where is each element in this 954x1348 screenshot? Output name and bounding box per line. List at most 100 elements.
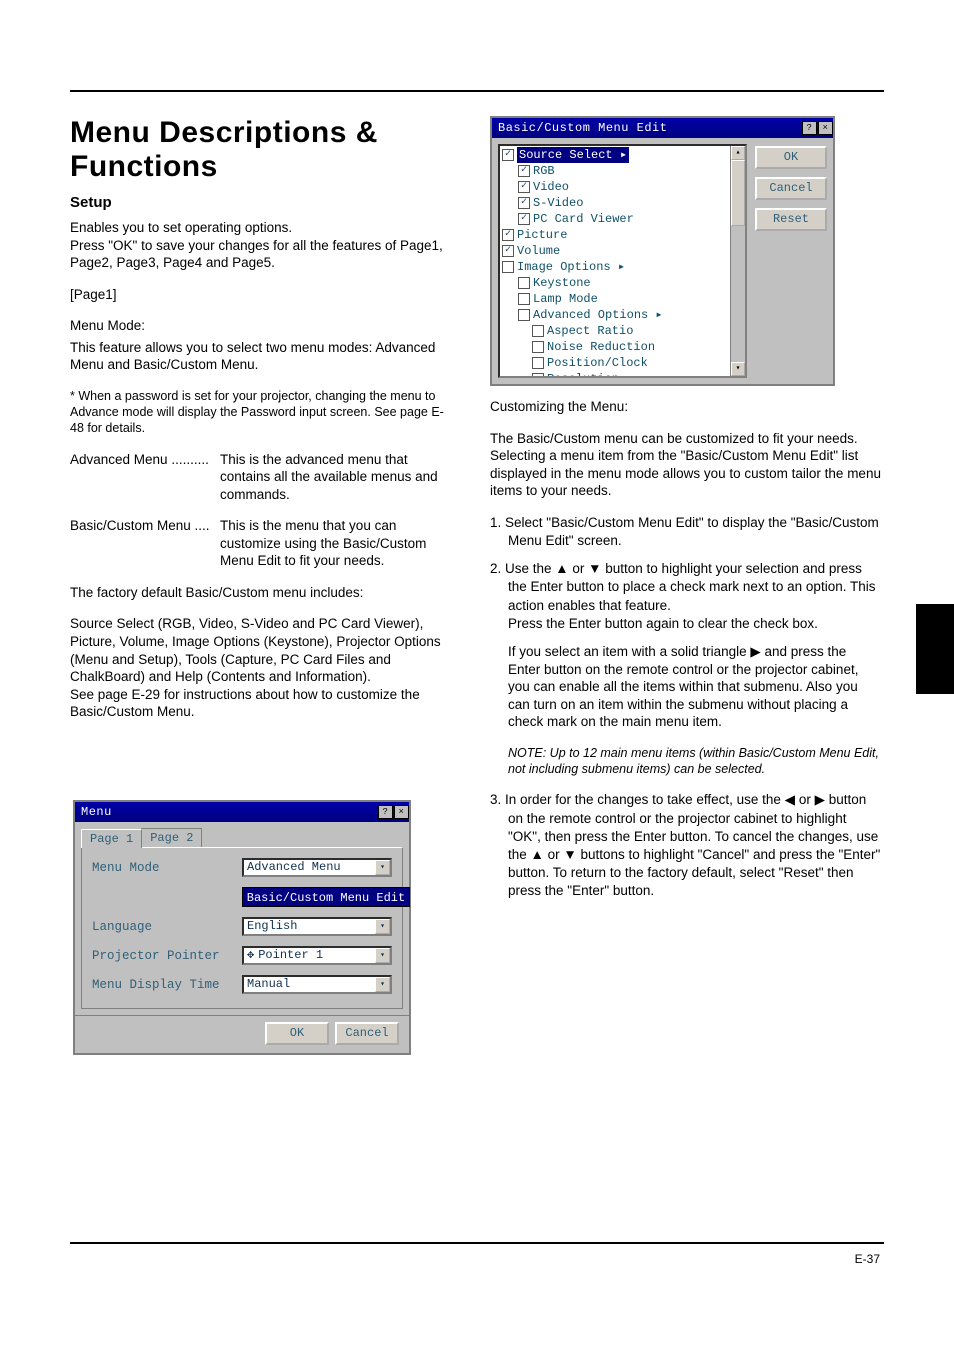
checkbox[interactable]: ✓ <box>502 229 514 241</box>
checkbox[interactable] <box>532 341 544 353</box>
list-item-label: Volume <box>517 243 560 259</box>
ok-button[interactable]: OK <box>265 1022 329 1045</box>
projector-pointer-label: Projector Pointer <box>92 949 242 963</box>
menu-mode-desc: This feature allows you to select two me… <box>70 339 450 374</box>
menu-display-time-dropdown[interactable]: Manual ▾ <box>242 975 392 994</box>
checkbox[interactable]: ✓ <box>502 149 514 161</box>
dialog-title: Menu <box>81 805 112 819</box>
step-2: 2. Use the ▲ or ▼ button to highlight yo… <box>490 560 882 633</box>
list-item[interactable]: Image Options ▸ <box>500 259 745 275</box>
language-label: Language <box>92 920 242 934</box>
list-item-label: Source Select ▸ <box>517 147 629 163</box>
reset-button[interactable]: Reset <box>755 208 827 231</box>
list-item[interactable]: Lamp Mode <box>500 291 745 307</box>
setup-intro: Enables you to set operating options. Pr… <box>70 219 450 272</box>
menu-dialog: Menu ? × Page 1 Page 2 Menu Mode Advance… <box>73 800 411 1055</box>
list-item[interactable]: Keystone <box>500 275 745 291</box>
customizing-subheading: Customizing the Menu: <box>490 398 882 416</box>
menu-mode-label: Menu Mode <box>92 861 242 875</box>
list-item-label: Advanced Options ▸ <box>533 307 663 323</box>
chevron-down-icon[interactable]: ▾ <box>375 860 390 875</box>
menu-edit-list[interactable]: ▴ ▾ ✓Source Select ▸✓RGB✓Video✓S-Video✓P… <box>498 144 747 378</box>
list-item-label: PC Card Viewer <box>533 211 634 227</box>
chevron-down-icon[interactable]: ▾ <box>375 948 390 963</box>
scrollbar[interactable]: ▴ ▾ <box>730 146 745 376</box>
list-item-label: Video <box>533 179 569 195</box>
basic-menu-desc: This is the menu that you can customize … <box>220 517 450 570</box>
checkbox[interactable]: ✓ <box>518 181 530 193</box>
factory-default-intro: The factory default Basic/Custom menu in… <box>70 584 450 602</box>
basic-custom-menu-edit-dialog: Basic/Custom Menu Edit ? × ▴ ▾ ✓Source S… <box>490 116 835 386</box>
list-item-label: Aspect Ratio <box>547 323 633 339</box>
basic-custom-menu-edit-button[interactable]: Basic/Custom Menu Edit <box>242 887 410 907</box>
checkbox[interactable] <box>532 373 544 378</box>
list-item[interactable]: Aspect Ratio <box>500 323 745 339</box>
language-dropdown[interactable]: English ▾ <box>242 917 392 936</box>
advanced-menu-term: Advanced Menu .......... <box>70 451 220 504</box>
ok-button[interactable]: OK <box>755 146 827 169</box>
list-item-label: Resolution <box>547 371 619 378</box>
chevron-down-icon[interactable]: ▾ <box>375 919 390 934</box>
checkbox[interactable] <box>502 261 514 273</box>
step-3: 3. In order for the changes to take effe… <box>490 791 882 900</box>
close-icon[interactable]: × <box>818 121 833 135</box>
checkbox[interactable]: ✓ <box>518 165 530 177</box>
dialog-titlebar: Menu ? × <box>75 802 409 822</box>
checkbox[interactable] <box>518 293 530 305</box>
list-item-label: Picture <box>517 227 567 243</box>
checkbox[interactable]: ✓ <box>502 245 514 257</box>
help-icon[interactable]: ? <box>378 805 393 819</box>
step-2-cont: If you select an item with a solid trian… <box>490 643 882 731</box>
edit-note: NOTE: Up to 12 main menu items (within B… <box>490 745 882 778</box>
checkbox[interactable] <box>532 325 544 337</box>
list-item-label: Position/Clock <box>547 355 648 371</box>
list-item-label: Keystone <box>533 275 591 291</box>
cancel-button[interactable]: Cancel <box>755 177 827 200</box>
projector-pointer-dropdown[interactable]: ✥ Pointer 1 ▾ <box>242 946 392 965</box>
checkbox[interactable] <box>518 277 530 289</box>
close-icon[interactable]: × <box>394 805 409 819</box>
menu-mode-dropdown[interactable]: Advanced Menu ▾ <box>242 858 392 877</box>
list-item[interactable]: ✓S-Video <box>500 195 745 211</box>
checkbox[interactable]: ✓ <box>518 213 530 225</box>
setup-heading: Setup <box>70 194 450 211</box>
checkbox[interactable] <box>518 309 530 321</box>
list-item[interactable]: ✓Picture <box>500 227 745 243</box>
list-item-label: Noise Reduction <box>547 339 655 355</box>
tab-page-2[interactable]: Page 2 <box>141 828 202 847</box>
list-item[interactable]: ✓Volume <box>500 243 745 259</box>
menu-mode-heading: Menu Mode: <box>70 318 145 333</box>
list-item[interactable]: Resolution <box>500 371 745 378</box>
page1-heading: [Page1] <box>70 286 450 304</box>
side-thumb-tab <box>916 604 954 694</box>
list-item[interactable]: ✓Video <box>500 179 745 195</box>
menu-display-time-label: Menu Display Time <box>92 978 242 992</box>
list-item[interactable]: Advanced Options ▸ <box>500 307 745 323</box>
list-item-label: RGB <box>533 163 555 179</box>
basic-menu-term: Basic/Custom Menu .... <box>70 517 220 570</box>
section-heading: Menu Descriptions & Functions <box>70 116 450 184</box>
list-item[interactable]: ✓PC Card Viewer <box>500 211 745 227</box>
list-item[interactable]: Noise Reduction <box>500 339 745 355</box>
list-item[interactable]: ✓Source Select ▸ <box>500 147 745 163</box>
step-1: 1. Select "Basic/Custom Menu Edit" to di… <box>490 514 882 550</box>
tab-page-1[interactable]: Page 1 <box>81 829 142 848</box>
list-item[interactable]: Position/Clock <box>500 355 745 371</box>
customizing-intro: The Basic/Custom menu can be customized … <box>490 430 882 500</box>
dialog-title: Basic/Custom Menu Edit <box>498 121 667 135</box>
chevron-down-icon[interactable]: ▾ <box>375 977 390 992</box>
advanced-menu-desc: This is the advanced menu that contains … <box>220 451 450 504</box>
checkbox[interactable] <box>532 357 544 369</box>
list-item-label: Lamp Mode <box>533 291 598 307</box>
list-item-label: S-Video <box>533 195 583 211</box>
dialog-titlebar: Basic/Custom Menu Edit ? × <box>492 118 833 138</box>
help-icon[interactable]: ? <box>802 121 817 135</box>
list-item[interactable]: ✓RGB <box>500 163 745 179</box>
menu-mode-note: * When a password is set for your projec… <box>70 388 450 437</box>
cancel-button[interactable]: Cancel <box>335 1022 399 1045</box>
page-number: E-37 <box>855 1252 880 1266</box>
list-item-label: Image Options ▸ <box>517 259 625 275</box>
factory-default-list: Source Select (RGB, Video, S-Video and P… <box>70 615 450 720</box>
pointer-icon: ✥ <box>247 948 254 963</box>
checkbox[interactable]: ✓ <box>518 197 530 209</box>
